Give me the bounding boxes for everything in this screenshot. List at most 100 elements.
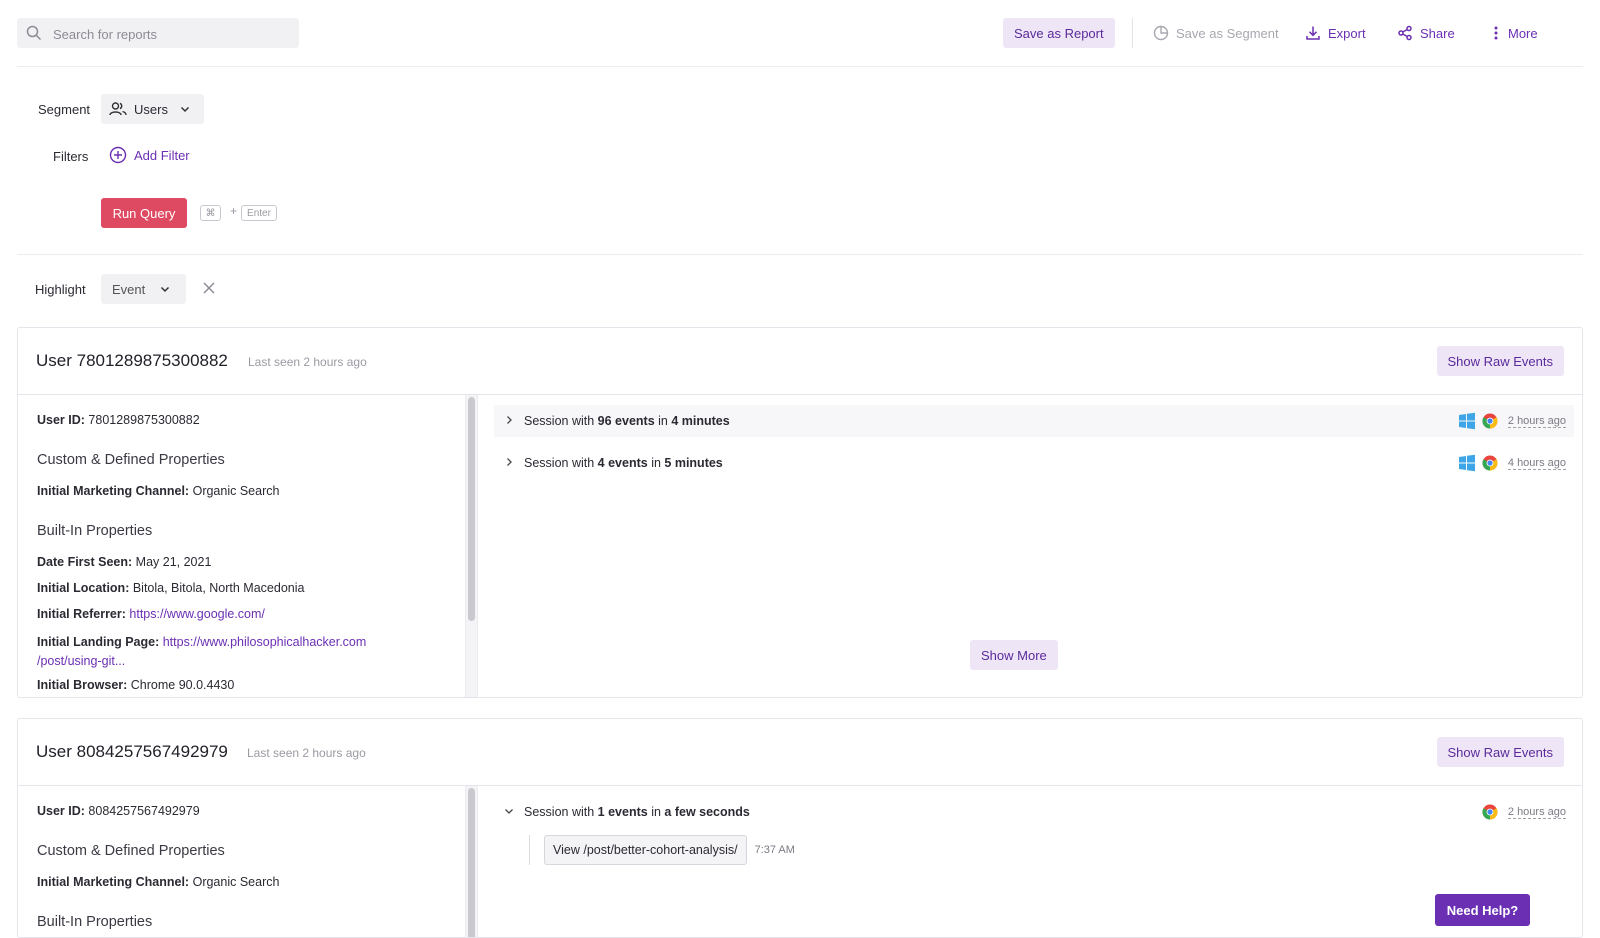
user-title: User 8084257567492979 (36, 742, 228, 761)
initial-referrer-row: Initial Referrer: https://www.google.com… (37, 607, 265, 621)
properties-scrollbar[interactable] (465, 395, 478, 697)
prop-key: Initial Landing Page: (37, 635, 160, 649)
shortcut-enter-key: Enter (241, 205, 277, 221)
custom-properties-heading: Custom & Defined Properties (37, 452, 225, 468)
prop-key: User ID: (37, 804, 85, 818)
initial-location-row: Initial Location: Bitola, Bitola, North … (37, 581, 304, 595)
share-label: Share (1420, 25, 1455, 41)
run-query-button[interactable]: Run Query (101, 198, 187, 228)
prop-key: User ID: (37, 413, 85, 427)
last-seen: Last seen 2 hours ago (248, 355, 367, 369)
chevron-down-icon[interactable] (494, 805, 524, 819)
shortcut-plus: + (230, 204, 238, 218)
save-segment-button[interactable]: Save as Segment (1153, 18, 1279, 48)
pie-icon (1153, 25, 1169, 41)
builtin-properties-heading: Built-In Properties (37, 914, 153, 930)
session-events: 1 events (597, 805, 648, 819)
prop-key: Initial Marketing Channel: (37, 875, 190, 889)
initial-browser-row: Initial Browser: Chrome 90.0.4430 (37, 678, 234, 692)
session-row[interactable]: Session with 1 events in a few seconds 2… (494, 796, 1574, 828)
marketing-channel-row: Initial Marketing Channel: Organic Searc… (37, 484, 279, 498)
scrollbar-thumb[interactable] (468, 788, 475, 937)
prop-key: Initial Marketing Channel: (37, 484, 190, 498)
shortcut-cmd-key: ⌘ (200, 205, 221, 221)
show-raw-events-button[interactable]: Show Raw Events (1436, 346, 1564, 376)
clear-highlight-icon[interactable] (202, 281, 216, 295)
user-id-row: User ID: 8084257567492979 (37, 804, 200, 818)
save-segment-label: Save as Segment (1176, 25, 1279, 41)
sessions-panel: Session with 1 events in a few seconds 2… (479, 786, 1582, 937)
prop-key: Initial Browser: (37, 678, 128, 692)
chevron-right-icon[interactable] (494, 414, 524, 428)
user-card: User 8084257567492979 Last seen 2 hours … (17, 718, 1583, 938)
date-first-seen-row: Date First Seen: May 21, 2021 (37, 555, 211, 569)
chrome-icon (1482, 455, 1498, 471)
user-properties-panel: User ID: 7801289875300882 Custom & Defin… (18, 395, 464, 697)
share-icon (1398, 25, 1412, 41)
session-row[interactable]: Session with 4 events in 5 minutes 4 hou… (494, 447, 1574, 479)
session-duration: 4 minutes (671, 414, 730, 428)
search-input[interactable] (51, 18, 295, 50)
top-toolbar: Save as Report Save as Segment Export Sh… (17, 0, 1583, 67)
session-mid: in (658, 414, 668, 428)
users-icon (109, 102, 127, 116)
show-raw-events-button[interactable]: Show Raw Events (1436, 737, 1564, 767)
add-filter-button[interactable]: Add Filter (109, 146, 190, 164)
user-card-header: User 8084257567492979 Last seen 2 hours … (18, 719, 1582, 786)
properties-scrollbar[interactable] (465, 786, 478, 937)
toolbar-divider (1132, 18, 1133, 48)
filters-label: Filters (53, 149, 89, 164)
user-properties-panel: User ID: 8084257567492979 Custom & Defin… (18, 786, 464, 937)
session-row[interactable]: Session with 96 events in 4 minutes 2 ho… (494, 405, 1574, 437)
event-time: 7:37 AM (754, 844, 795, 856)
prop-value: Organic Search (192, 875, 280, 889)
export-label: Export (1328, 25, 1366, 41)
more-button[interactable]: More (1491, 18, 1538, 48)
session-ago: 4 hours ago (1507, 456, 1566, 470)
landing-page-link-cont[interactable]: /post/using-git... (37, 654, 125, 668)
need-help-button[interactable]: Need Help? (1435, 894, 1530, 926)
session-events: 96 events (597, 414, 655, 428)
highlight-dropdown[interactable]: Event (101, 274, 186, 304)
session-prefix: Session with (524, 414, 595, 428)
session-ago: 2 hours ago (1507, 414, 1566, 428)
more-label: More (1508, 25, 1538, 41)
share-button[interactable]: Share (1397, 18, 1455, 48)
export-button[interactable]: Export (1305, 18, 1366, 48)
prop-value: 8084257567492979 (88, 804, 200, 818)
chevron-right-icon[interactable] (494, 456, 524, 470)
more-vertical-icon (1494, 26, 1498, 40)
referrer-link[interactable]: https://www.google.com/ (129, 607, 264, 621)
event-row: View /post/better-cohort-analysis/ 7:37 … (529, 835, 795, 865)
chrome-icon (1482, 804, 1498, 820)
user-title: User 7801289875300882 (36, 351, 228, 370)
landing-page-link[interactable]: https://www.philosophicalhacker.com (163, 635, 367, 649)
prop-key: Initial Referrer: (37, 607, 126, 621)
prop-value: Bitola, Bitola, North Macedonia (132, 581, 305, 595)
marketing-channel-row: Initial Marketing Channel: Organic Searc… (37, 875, 279, 889)
chrome-icon (1482, 413, 1498, 429)
segment-dropdown[interactable]: Users (101, 94, 204, 124)
event-chip[interactable]: View /post/better-cohort-analysis/ (544, 835, 747, 865)
plus-circle-icon (109, 146, 127, 164)
save-report-button[interactable]: Save as Report (1003, 18, 1115, 48)
segment-value: Users (134, 101, 168, 117)
save-report-label: Save as Report (1014, 25, 1104, 41)
prop-value: Chrome 90.0.4430 (130, 678, 235, 692)
builtin-properties-heading: Built-In Properties (37, 523, 153, 539)
session-mid: in (651, 456, 661, 470)
user-card: User 7801289875300882 Last seen 2 hours … (17, 327, 1583, 698)
search-box[interactable] (17, 18, 299, 50)
show-more-button[interactable]: Show More (970, 640, 1058, 670)
chevron-down-icon (180, 106, 189, 113)
prop-value: 7801289875300882 (88, 413, 200, 427)
custom-properties-heading: Custom & Defined Properties (37, 843, 225, 859)
query-panel: Segment Users Filters Add Filter Run Que… (17, 66, 1583, 255)
user-id-row: User ID: 7801289875300882 (37, 413, 200, 427)
prop-value: Organic Search (192, 484, 280, 498)
chevron-down-icon (161, 286, 170, 293)
scrollbar-thumb[interactable] (468, 397, 475, 621)
windows-icon (1458, 454, 1475, 472)
session-duration: 5 minutes (664, 456, 723, 470)
windows-icon (1458, 412, 1475, 430)
